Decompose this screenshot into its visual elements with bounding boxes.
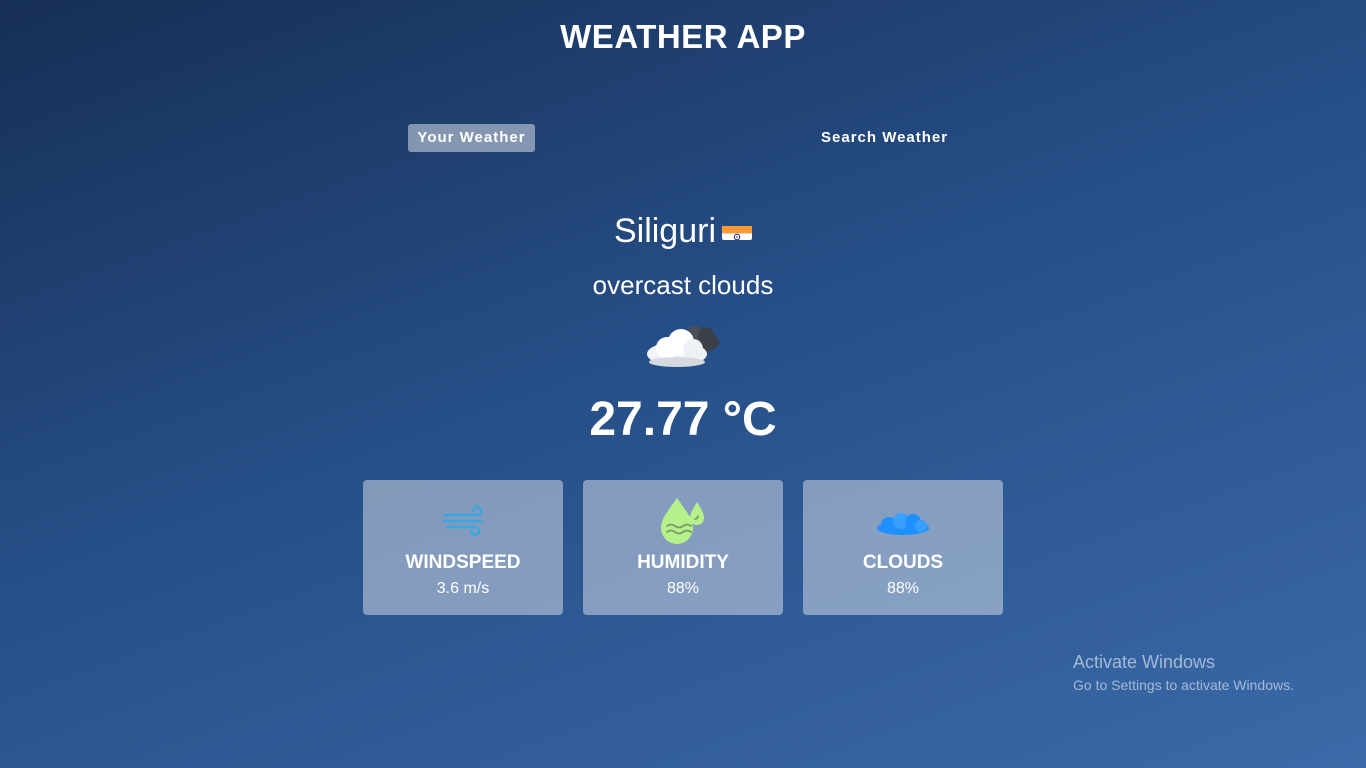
- windspeed-label: WINDSPEED: [405, 552, 521, 573]
- humidity-icon: [653, 498, 713, 544]
- weather-description: overcast clouds: [592, 270, 774, 300]
- humidity-label: HUMIDITY: [637, 552, 729, 573]
- clouds-card: CLOUDS 88%: [803, 480, 1003, 615]
- windspeed-card: WINDSPEED 3.6 m/s: [363, 480, 563, 615]
- windspeed-value: 3.6 m/s: [436, 580, 490, 597]
- tab-search-weather[interactable]: Search Weather: [813, 124, 956, 152]
- wind-icon: [433, 498, 493, 544]
- clouds-label: CLOUDS: [862, 552, 944, 573]
- tab-bar: Your Weather Search Weather: [0, 124, 1366, 152]
- city-name: Siliguri: [613, 212, 717, 250]
- metrics-panel: WINDSPEED 3.6 m/s HUMIDITY 88% CLOUDS 88…: [363, 480, 1003, 615]
- overcast-clouds-icon: [643, 318, 725, 370]
- humidity-card: HUMIDITY 88%: [583, 480, 783, 615]
- city-heading: Siliguri: [0, 212, 1366, 251]
- app-title: WEATHER APP: [560, 18, 806, 55]
- clouds-value: 88%: [886, 580, 920, 597]
- humidity-value: 88%: [666, 580, 700, 597]
- cloud-icon: [873, 498, 933, 544]
- watermark-subtitle: Go to Settings to activate Windows.: [1073, 677, 1294, 693]
- tab-your-weather[interactable]: Your Weather: [408, 124, 535, 152]
- india-flag-icon: [722, 218, 753, 240]
- temperature-value: 27.77 °C: [589, 393, 777, 446]
- activate-windows-watermark: Activate Windows Go to Settings to activ…: [1073, 652, 1294, 693]
- watermark-title: Activate Windows: [1073, 652, 1216, 672]
